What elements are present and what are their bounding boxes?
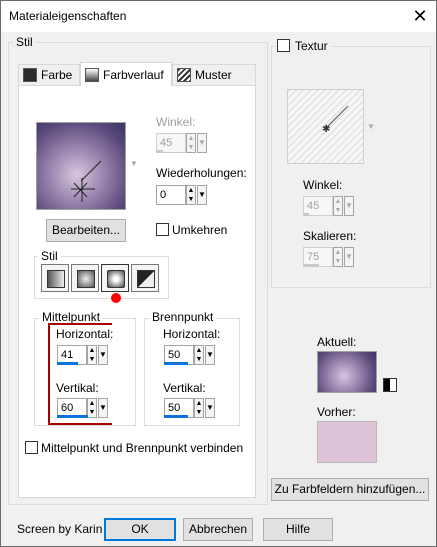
stil-group-label: Stil xyxy=(13,35,36,49)
mittelpunkt-label: Mittelpunkt xyxy=(39,310,104,324)
current-material-swatch xyxy=(317,351,377,393)
wiederholungen-input[interactable]: 0 xyxy=(156,185,186,205)
winkel-label: Winkel: xyxy=(156,115,196,129)
rectangular-style-button[interactable] xyxy=(71,264,99,292)
b-horizontal-stepper[interactable]: ▲ ▼ xyxy=(194,345,204,365)
texture-dropdown-icon[interactable]: ▼ xyxy=(367,122,375,131)
horizontal-dropdown[interactable]: ▼ xyxy=(98,345,108,365)
vertikal-dropdown[interactable]: ▼ xyxy=(98,398,108,418)
wiederholungen-stepper[interactable]: ▲ ▼ xyxy=(186,185,196,205)
gradient-dropdown-icon[interactable]: ▼ xyxy=(130,159,138,168)
wiederholungen-dropdown[interactable]: ▼ xyxy=(197,185,207,205)
horizontal-label: Horizontal: xyxy=(56,327,114,341)
horizontal-slider-bar[interactable] xyxy=(57,362,78,365)
skalieren-stepper[interactable]: ▲ ▼ xyxy=(333,247,343,267)
radial-style-button[interactable] xyxy=(101,264,129,292)
texture-winkel-slider-bar[interactable] xyxy=(303,213,309,216)
vertikal-stepper[interactable]: ▲ ▼ xyxy=(87,398,97,418)
vorher-label: Vorher: xyxy=(317,405,356,419)
horizontal-stepper[interactable]: ▲ ▼ xyxy=(87,345,97,365)
texture-winkel-label: Winkel: xyxy=(303,178,343,192)
vertikal-slider-bar[interactable] xyxy=(57,415,88,418)
tab-muster-label: Muster xyxy=(195,68,232,82)
textur-label: Textur xyxy=(292,39,331,53)
texture-angle-icon: ✱ xyxy=(322,105,349,135)
color-icon xyxy=(23,68,37,82)
material-properties-window: Materialeigenschaften ✕ Stil Farbe Farbv… xyxy=(0,0,437,547)
skalieren-dropdown[interactable]: ▼ xyxy=(344,247,354,267)
sunburst-style-button[interactable] xyxy=(131,264,159,292)
hilfe-button[interactable]: Hilfe xyxy=(263,518,333,541)
window-title: Materialeigenschaften xyxy=(9,9,127,23)
ok-button[interactable]: OK xyxy=(104,518,176,541)
tab-farbe[interactable]: Farbe xyxy=(18,64,80,85)
close-icon[interactable]: ✕ xyxy=(404,1,436,32)
tab-muster[interactable]: Muster xyxy=(172,64,256,85)
linear-style-button[interactable] xyxy=(41,264,69,292)
b-horizontal-dropdown[interactable]: ▼ xyxy=(205,345,215,365)
stil-buttons-label: Stil xyxy=(38,249,61,263)
transparency-toggle-icon[interactable] xyxy=(383,378,397,392)
skalieren-slider-bar[interactable] xyxy=(303,264,319,267)
brennpunkt-label: Brennpunkt xyxy=(149,310,217,324)
tab-farbverlauf-label: Farbverlauf xyxy=(103,67,164,82)
verbinden-label: Mittelpunkt und Brennpunkt verbinden xyxy=(41,441,244,455)
texture-preview[interactable]: ✱ xyxy=(287,89,364,164)
vertikal-label: Vertikal: xyxy=(56,381,99,395)
aktuell-label: Aktuell: xyxy=(317,335,357,349)
umkehren-label: Umkehren xyxy=(172,223,228,237)
skalieren-label: Skalieren: xyxy=(303,229,357,243)
umkehren-checkbox[interactable] xyxy=(156,223,169,236)
b-vertikal-label: Vertikal: xyxy=(163,381,206,395)
verbinden-checkbox[interactable] xyxy=(25,441,38,454)
b-vertikal-slider-bar[interactable] xyxy=(164,415,188,418)
b-vertikal-dropdown[interactable]: ▼ xyxy=(205,398,215,418)
selected-style-marker xyxy=(111,293,121,303)
wiederholungen-label: Wiederholungen: xyxy=(156,166,247,180)
texture-winkel-stepper[interactable]: ▲ ▼ xyxy=(333,196,343,216)
credit-text: Screen by Karin xyxy=(17,522,103,536)
tab-farbe-label: Farbe xyxy=(41,68,73,82)
previous-material-swatch[interactable] xyxy=(317,421,377,463)
texture-winkel-dropdown[interactable]: ▼ xyxy=(344,196,354,216)
textur-checkbox[interactable] xyxy=(277,39,290,52)
abbrechen-button[interactable]: Abbrechen xyxy=(183,518,253,541)
b-horizontal-label: Horizontal: xyxy=(163,327,221,341)
gradient-preview[interactable] xyxy=(36,122,126,210)
winkel-slider-bar[interactable] xyxy=(156,150,163,153)
b-horizontal-slider-bar[interactable] xyxy=(164,362,188,365)
bearbeiten-button[interactable]: Bearbeiten... xyxy=(46,219,126,242)
center-crosshair-icon xyxy=(71,160,102,202)
winkel-dropdown[interactable]: ▼ xyxy=(197,133,207,153)
svg-text:✱: ✱ xyxy=(322,124,330,135)
b-vertikal-stepper[interactable]: ▲ ▼ xyxy=(194,398,204,418)
winkel-stepper[interactable]: ▲ ▼ xyxy=(186,133,196,153)
tab-farbverlauf[interactable]: Farbverlauf xyxy=(80,62,172,86)
title-bar: Materialeigenschaften ✕ xyxy=(1,1,436,32)
gradient-icon xyxy=(85,67,99,82)
add-to-swatches-button[interactable]: Zu Farbfeldern hinzufügen... xyxy=(271,478,429,501)
pattern-icon xyxy=(177,68,191,82)
